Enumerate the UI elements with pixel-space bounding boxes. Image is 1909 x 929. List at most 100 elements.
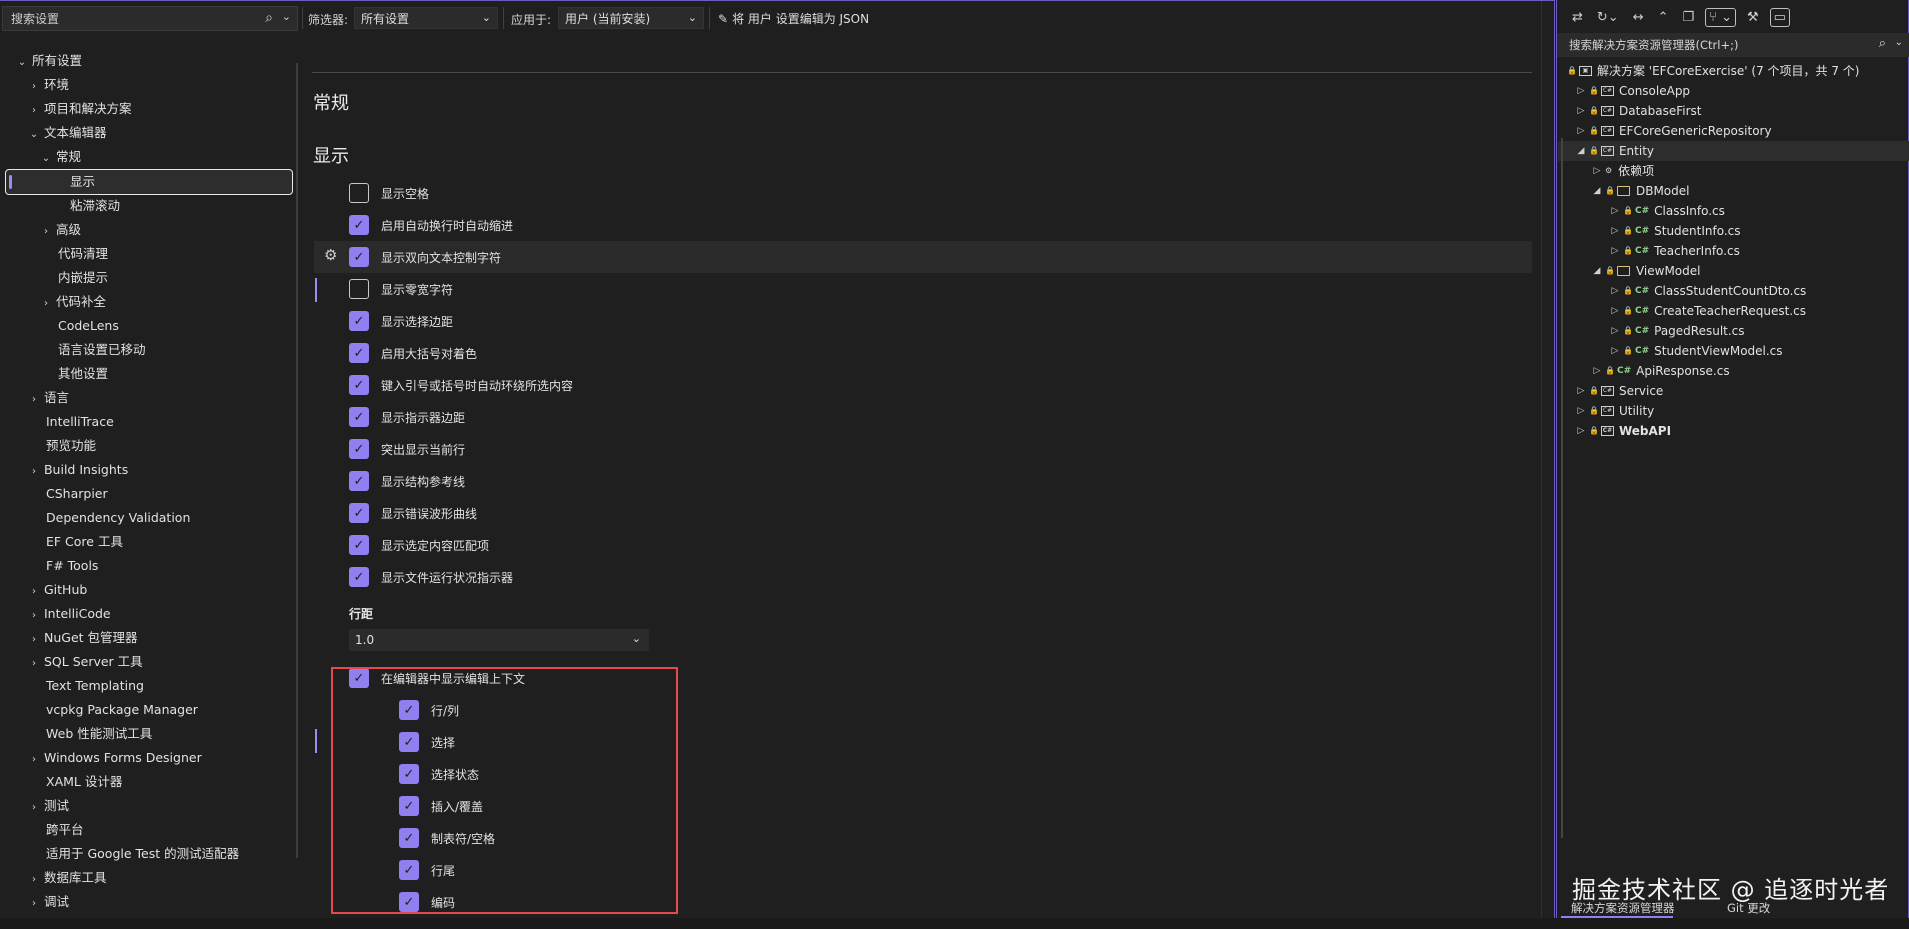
line-spacing-dropdown[interactable]: 1.0 ⌄	[349, 629, 649, 651]
chevron-down-icon[interactable]: ⌄	[282, 10, 291, 23]
search-icon[interactable]: ⌕	[1879, 36, 1886, 51]
collapse-all-icon[interactable]: ⌃	[1655, 9, 1672, 26]
file-node[interactable]: ▷ 🔒 C# StudentInfo.cs	[1609, 221, 1741, 241]
tree-item-sticky-scroll[interactable]: 粘滞滚动	[70, 195, 120, 217]
tree-item-sql-server-tools[interactable]: › SQL Server 工具	[28, 651, 143, 673]
tree-item-build-insights[interactable]: › Build Insights	[28, 459, 128, 481]
solution-node[interactable]: 🔒 ▣ 解决方案 'EFCoreExercise' (7 个项目，共 7 个)	[1565, 61, 1859, 81]
file-node[interactable]: ▷ 🔒 C# StudentViewModel.cs	[1609, 341, 1783, 361]
option-auto-indent-wrap[interactable]: ✓ 启用自动换行时自动缩进	[349, 214, 513, 236]
tree-item-nuget[interactable]: › NuGet 包管理器	[28, 627, 138, 649]
tree-item-google-test-adapter[interactable]: 适用于 Google Test 的测试适配器	[46, 843, 239, 865]
tree-item-csharpier[interactable]: CSharpier	[46, 483, 108, 505]
tree-item-xaml-designer[interactable]: XAML 设计器	[46, 771, 122, 793]
file-node[interactable]: ▷ 🔒 C# ApiResponse.cs	[1591, 361, 1730, 381]
gear-icon[interactable]: ⚙	[324, 246, 337, 264]
tree-item-web-perf-test[interactable]: Web 性能测试工具	[46, 723, 152, 745]
project-node[interactable]: ▷ 🔒 C# EFCoreGenericRepository	[1575, 121, 1772, 141]
checkbox[interactable]: ✓	[349, 471, 369, 491]
tree-item-ef-core-tools[interactable]: EF Core 工具	[46, 531, 123, 553]
tree-item-dependency-validation[interactable]: Dependency Validation	[46, 507, 190, 529]
option-brace-pair-color[interactable]: ✓ 启用大括号对着色	[349, 342, 477, 364]
apply-dropdown[interactable]: 用户 (当前安装) ⌄	[558, 7, 704, 29]
preview-icon[interactable]: ▭	[1769, 7, 1790, 27]
solution-scrollbar[interactable]	[1561, 138, 1563, 838]
edit-json-button[interactable]: ✎ 将 用户 设置编辑为 JSON	[718, 10, 869, 27]
file-node[interactable]: ▷ 🔒 C# TeacherInfo.cs	[1609, 241, 1740, 261]
tree-item-code-cleanup[interactable]: 代码清理	[58, 243, 108, 265]
tree-item-inline-hints[interactable]: 内嵌提示	[58, 267, 108, 289]
tree-item-advanced[interactable]: › 高级	[40, 219, 81, 241]
option-file-health-indicator[interactable]: ✓ 显示文件运行状况指示器	[349, 566, 513, 588]
tree-item-intellicode[interactable]: › IntelliCode	[28, 603, 111, 625]
expand-triangle-icon[interactable]: ▷	[1609, 341, 1621, 361]
expand-triangle-icon[interactable]: ▷	[1609, 281, 1621, 301]
chevron-down-icon[interactable]: ⌄	[1895, 37, 1903, 48]
checkbox[interactable]	[349, 183, 369, 203]
expand-triangle-icon[interactable]: ▷	[1609, 241, 1621, 261]
collapse-triangle-icon[interactable]: ◢	[1591, 181, 1603, 201]
collapse-triangle-icon[interactable]: ◢	[1575, 141, 1587, 161]
back-forward-icon[interactable]: ↔	[1630, 9, 1647, 26]
file-node[interactable]: ▷ 🔒 C# PagedResult.cs	[1609, 321, 1745, 341]
checkbox[interactable]: ✓	[349, 503, 369, 523]
expand-triangle-icon[interactable]: ▷	[1575, 421, 1587, 441]
tree-item-all-settings[interactable]: ⌄ 所有设置	[16, 50, 82, 72]
checkbox[interactable]: ✓	[349, 535, 369, 555]
checkbox[interactable]: ✓	[349, 311, 369, 331]
tree-item-debugging[interactable]: › 调试	[28, 891, 69, 913]
tree-item-vcpkg[interactable]: vcpkg Package Manager	[46, 699, 198, 721]
tree-item-other-settings[interactable]: 其他设置	[58, 363, 108, 385]
option-structure-guides[interactable]: ✓ 显示结构参考线	[349, 470, 465, 492]
project-node[interactable]: ▷ 🔒 C# DatabaseFirst	[1575, 101, 1702, 121]
file-node[interactable]: ▷ 🔒 C# ClassInfo.cs	[1609, 201, 1725, 221]
tree-item-cross-platform[interactable]: 跨平台	[46, 819, 84, 841]
expand-triangle-icon[interactable]: ▷	[1575, 81, 1587, 101]
option-indicator-margin[interactable]: ✓ 显示指示器边距	[349, 406, 465, 428]
expand-triangle-icon[interactable]: ▷	[1575, 381, 1587, 401]
checkbox[interactable]: ✓	[349, 375, 369, 395]
tree-item-projects[interactable]: › 项目和解决方案	[28, 98, 132, 120]
option-zero-width-chars[interactable]: 显示零宽字符	[349, 278, 453, 300]
file-node[interactable]: ▷ 🔒 C# CreateTeacherRequest.cs	[1609, 301, 1806, 321]
tree-item-display[interactable]: 显示	[70, 171, 95, 193]
project-node[interactable]: ▷ 🔒 C# ConsoleApp	[1575, 81, 1691, 101]
checkbox[interactable]: ✓	[349, 215, 369, 235]
tree-item-environment[interactable]: › 环境	[28, 74, 69, 96]
wrench-icon[interactable]: ⚒	[1744, 9, 1762, 26]
option-auto-surround[interactable]: ✓ 键入引号或括号时自动环绕所选内容	[349, 374, 573, 396]
option-bidi-control-chars[interactable]: ✓ 显示双向文本控制字符	[349, 246, 501, 268]
checkbox[interactable]: ✓	[349, 247, 369, 267]
git-branch-icon[interactable]: ⑂ ⌄	[1705, 7, 1736, 27]
expand-triangle-icon[interactable]: ▷	[1575, 101, 1587, 121]
expand-triangle-icon[interactable]: ▷	[1591, 161, 1603, 181]
checkbox[interactable]: ✓	[349, 343, 369, 363]
option-show-whitespace[interactable]: 显示空格	[349, 182, 429, 204]
expand-triangle-icon[interactable]: ▷	[1575, 121, 1587, 141]
history-icon[interactable]: ↻⌄	[1594, 9, 1622, 26]
tree-item-general[interactable]: ⌄ 常规	[40, 146, 81, 168]
expand-triangle-icon[interactable]: ▷	[1609, 301, 1621, 321]
tree-item-codelens[interactable]: CodeLens	[58, 315, 119, 337]
checkbox[interactable]: ✓	[349, 439, 369, 459]
copy-icon[interactable]: ❐	[1680, 9, 1698, 26]
tree-item-github[interactable]: › GitHub	[28, 579, 87, 601]
collapse-triangle-icon[interactable]: ◢	[1591, 261, 1603, 281]
tree-item-language-settings-moved[interactable]: 语言设置已移动	[58, 339, 146, 361]
filter-dropdown[interactable]: 所有设置 ⌄	[354, 7, 498, 29]
project-node[interactable]: ▷ 🔒 C# Utility	[1575, 401, 1655, 421]
project-node-entity[interactable]: ◢ 🔒 C# Entity	[1575, 141, 1654, 161]
option-selection-matches[interactable]: ✓ 显示选定内容匹配项	[349, 534, 489, 556]
tree-item-test[interactable]: › 测试	[28, 795, 69, 817]
expand-triangle-icon[interactable]: ▷	[1609, 221, 1621, 241]
dependencies-node[interactable]: ▷ ⚙ 依赖项	[1591, 161, 1655, 181]
tree-scrollbar[interactable]	[296, 63, 298, 858]
tree-item-text-editor[interactable]: ⌄ 文本编辑器	[28, 122, 107, 144]
tree-item-windows-forms-designer[interactable]: › Windows Forms Designer	[28, 747, 202, 769]
expand-triangle-icon[interactable]: ▷	[1609, 201, 1621, 221]
checkbox[interactable]: ✓	[349, 567, 369, 587]
tree-item-database-tools[interactable]: › 数据库工具	[28, 867, 107, 889]
tree-item-text-templating[interactable]: Text Templating	[46, 675, 144, 697]
expand-triangle-icon[interactable]: ▷	[1591, 361, 1603, 381]
tree-item-code-completion[interactable]: › 代码补全	[40, 291, 106, 313]
